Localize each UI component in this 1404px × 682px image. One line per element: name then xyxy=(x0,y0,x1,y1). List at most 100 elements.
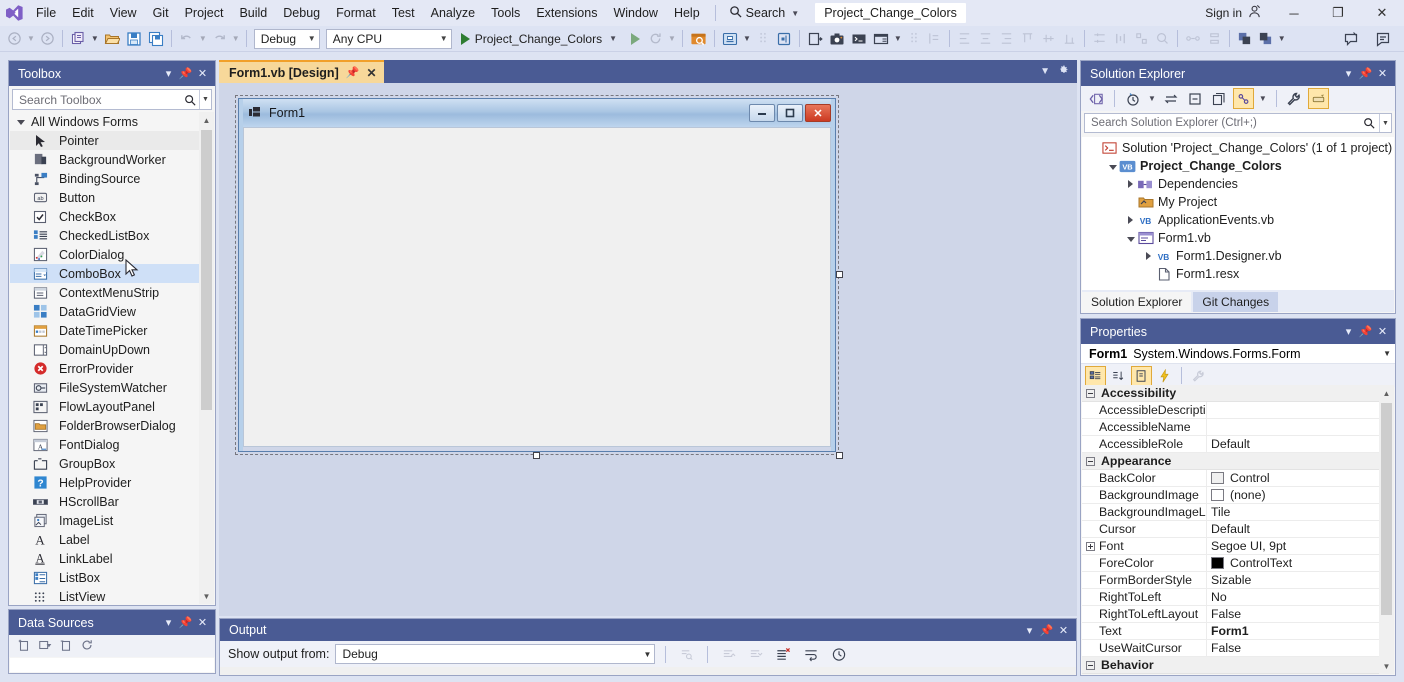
align-to-grid-button[interactable] xyxy=(924,28,945,50)
property-value-cell[interactable] xyxy=(1206,402,1394,418)
solution-platform-dropdown[interactable]: Any CPU ▼ xyxy=(326,29,452,49)
property-row-backgroundimagelayout[interactable]: BackgroundImageLayoutTile xyxy=(1082,504,1394,521)
hot-reload-dropdown-icon[interactable]: ▼ xyxy=(666,34,678,43)
toolbox-scrollbar[interactable]: ▲ ▼ xyxy=(199,112,214,604)
property-value-cell[interactable]: (none) xyxy=(1206,487,1394,503)
toolbox-item-colordialog[interactable]: ColorDialog xyxy=(10,245,214,264)
expand-toggle-icon[interactable] xyxy=(1086,542,1095,551)
property-pages-wrench-icon[interactable] xyxy=(1188,366,1209,386)
hot-reload-button[interactable] xyxy=(645,28,666,50)
select-element-button[interactable] xyxy=(719,28,741,50)
find-message-icon[interactable] xyxy=(676,643,697,665)
solution-tree-item[interactable]: VBApplicationEvents.vb xyxy=(1082,211,1394,229)
pending-changes-icon[interactable] xyxy=(1122,88,1143,109)
properties-toggle-dropdown-icon[interactable]: ▼ xyxy=(1257,94,1269,103)
properties-category-behavior[interactable]: Behavior xyxy=(1082,657,1394,674)
toolbox-group-all-windows-forms[interactable]: All Windows Forms xyxy=(10,112,214,131)
properties-category-accessibility[interactable]: Accessibility xyxy=(1082,385,1394,402)
properties-page-icon[interactable] xyxy=(1131,366,1152,386)
property-row-text[interactable]: TextForm1 xyxy=(1082,623,1394,640)
send-feedback-icon[interactable] xyxy=(1372,28,1394,50)
property-row-cursor[interactable]: CursorDefault xyxy=(1082,521,1394,538)
menu-git[interactable]: Git xyxy=(145,3,177,23)
menu-build[interactable]: Build xyxy=(231,3,275,23)
zoom-button[interactable] xyxy=(1152,28,1173,50)
go-to-next-message-icon[interactable] xyxy=(745,643,766,665)
resize-handle-bottom-right[interactable] xyxy=(836,452,843,459)
solution-tree-item[interactable]: Solution 'Project_Change_Colors' (1 of 1… xyxy=(1082,139,1394,157)
toolbox-item-datagridview[interactable]: DataGridView xyxy=(10,302,214,321)
terminal-button[interactable] xyxy=(848,28,870,50)
size-to-grid-button[interactable] xyxy=(1131,28,1152,50)
properties-object-selector[interactable]: Form1 System.Windows.Forms.Form ▼ xyxy=(1081,344,1395,364)
chevron-down-icon[interactable]: ▼ xyxy=(1383,349,1391,358)
solution-explorer-search-input[interactable]: Search Solution Explorer (Ctrl+;) ▼ xyxy=(1084,113,1392,133)
categorized-view-icon[interactable] xyxy=(1085,366,1106,386)
preview-selected-items-icon[interactable] xyxy=(1308,88,1329,109)
start-without-debugging-button[interactable] xyxy=(625,28,645,50)
property-row-accessiblerole[interactable]: AccessibleRoleDefault xyxy=(1082,436,1394,453)
window-close-button[interactable]: ✕ xyxy=(1360,0,1404,26)
property-row-accessibledescription[interactable]: AccessibleDescription xyxy=(1082,402,1394,419)
tab-solution-explorer[interactable]: Solution Explorer xyxy=(1082,292,1191,312)
collapse-all-icon[interactable] xyxy=(1185,88,1206,109)
screenshot-button[interactable] xyxy=(826,28,848,50)
property-row-usewaitcursor[interactable]: UseWaitCursorFalse xyxy=(1082,640,1394,657)
solution-explorer-menu-icon[interactable]: ▾ xyxy=(1340,64,1357,83)
new-project-button[interactable] xyxy=(67,28,89,50)
solution-tree-item[interactable]: Form1.vb xyxy=(1082,229,1394,247)
layout-window-dropdown-icon[interactable]: ▼ xyxy=(892,34,904,43)
undo-button[interactable] xyxy=(176,28,197,50)
menu-project[interactable]: Project xyxy=(177,3,232,23)
global-search[interactable]: Search ▼ xyxy=(723,3,808,23)
output-close-icon[interactable]: ✕ xyxy=(1055,621,1072,640)
toolbox-item-flowlayoutpanel[interactable]: FlowLayoutPanel xyxy=(10,397,214,416)
toolbox-item-datetimepicker[interactable]: DateTimePicker xyxy=(10,321,214,340)
properties-grid[interactable]: AccessibilityAccessibleDescription Access… xyxy=(1082,385,1394,674)
property-value-cell[interactable]: ControlText xyxy=(1206,555,1394,571)
toolbox-item-imagelist[interactable]: ImageList xyxy=(10,511,214,530)
chevron-right-icon[interactable] xyxy=(1142,252,1155,260)
open-file-button[interactable] xyxy=(101,28,123,50)
horizontal-spacing-button[interactable] xyxy=(1182,28,1204,50)
property-row-forecolor[interactable]: ForeColorControlText xyxy=(1082,555,1394,572)
new-project-dropdown-icon[interactable]: ▼ xyxy=(89,34,101,43)
window-restore-button[interactable]: ❐ xyxy=(1316,0,1360,26)
scroll-down-icon[interactable]: ▼ xyxy=(199,588,214,604)
toolbox-item-pointer[interactable]: Pointer xyxy=(10,131,214,150)
property-row-righttoleft[interactable]: RightToLeftNo xyxy=(1082,589,1394,606)
toolbar-overflow-icon[interactable]: ▼ xyxy=(1276,34,1288,43)
property-value-cell[interactable]: False xyxy=(1206,640,1394,656)
scroll-up-icon[interactable]: ▲ xyxy=(199,112,214,128)
navigate-forward-button[interactable] xyxy=(37,28,58,50)
toolbox-item-checkedlistbox[interactable]: CheckedListBox xyxy=(10,226,214,245)
toolbox-scroll-thumb[interactable] xyxy=(201,130,212,410)
chevron-down-icon[interactable] xyxy=(1106,163,1119,170)
form1-client-area[interactable] xyxy=(243,127,831,447)
property-value-cell[interactable]: False xyxy=(1206,606,1394,622)
scroll-down-icon[interactable]: ▼ xyxy=(1379,658,1394,674)
select-element-dropdown-icon[interactable]: ▼ xyxy=(741,34,753,43)
tab-close-icon[interactable]: ✕ xyxy=(366,66,376,80)
show-all-files-icon[interactable] xyxy=(1209,88,1230,109)
toolbox-item-linklabel[interactable]: ALinkLabel xyxy=(10,549,214,568)
redo-button[interactable] xyxy=(209,28,230,50)
redo-dropdown-icon[interactable]: ▼ xyxy=(230,34,242,43)
property-value-cell[interactable] xyxy=(1206,419,1394,435)
add-object-icon[interactable] xyxy=(59,638,73,655)
new-window-button[interactable] xyxy=(804,28,826,50)
menu-test[interactable]: Test xyxy=(384,3,423,23)
navigate-backward-button[interactable] xyxy=(4,28,25,50)
wrench-properties-icon[interactable] xyxy=(1284,88,1305,109)
form1-design-container[interactable]: Form1 ✕ xyxy=(235,95,839,455)
window-minimize-button[interactable]: ─ xyxy=(1272,0,1316,26)
toolbox-item-backgroundworker[interactable]: BackgroundWorker xyxy=(10,150,214,169)
form1-window[interactable]: Form1 ✕ xyxy=(238,98,836,452)
property-row-righttoleftlayout[interactable]: RightToLeftLayoutFalse xyxy=(1082,606,1394,623)
properties-scrollbar[interactable]: ▲ ▼ xyxy=(1379,385,1394,674)
toolbox-item-hscrollbar[interactable]: HScrollBar xyxy=(10,492,214,511)
toolbox-search-dropdown-icon[interactable]: ▼ xyxy=(199,90,211,109)
toolbox-item-listbox[interactable]: ListBox xyxy=(10,568,214,587)
menu-help[interactable]: Help xyxy=(666,3,708,23)
bring-to-front-button[interactable] xyxy=(1234,28,1255,50)
